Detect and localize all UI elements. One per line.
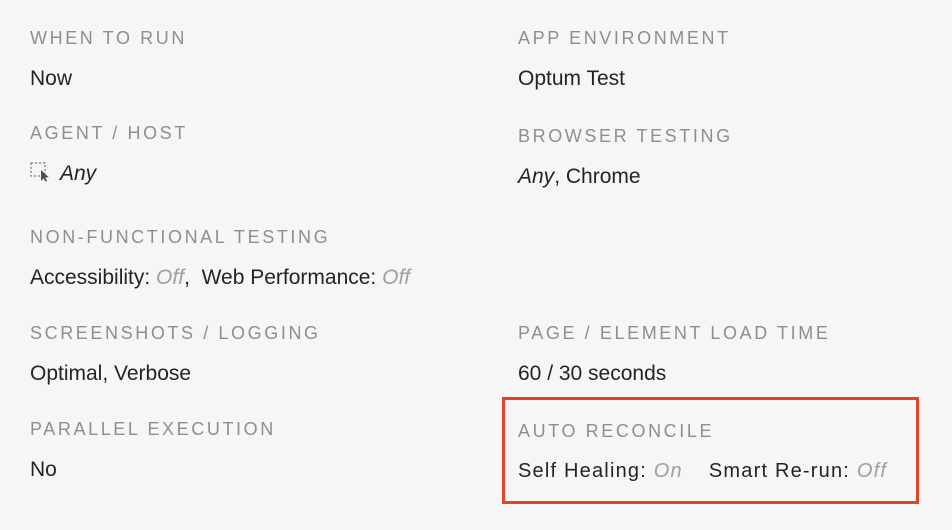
when-to-run-field: WHEN TO RUN Now — [30, 27, 187, 92]
smart-rerun-label: Smart Re-run: — [708, 460, 851, 482]
screenshots-logging-label: SCREENSHOTS / LOGGING — [30, 323, 321, 343]
agent-host-value-row: Any — [30, 161, 188, 187]
browser-any-value: Any — [518, 165, 555, 188]
non-functional-separator: , — [184, 266, 190, 289]
browser-testing-field: BROWSER TESTING Any, Chrome — [518, 125, 733, 190]
page-element-load-time-label: PAGE / ELEMENT LOAD TIME — [518, 323, 831, 343]
parallel-execution-value: No — [30, 458, 57, 481]
when-to-run-label: WHEN TO RUN — [30, 28, 187, 48]
browser-testing-label: BROWSER TESTING — [518, 126, 733, 146]
app-environment-value: Optum Test — [518, 67, 625, 90]
non-functional-testing-field: NON-FUNCTIONAL TESTING Accessibility: Of… — [30, 226, 410, 291]
non-functional-testing-label: NON-FUNCTIONAL TESTING — [30, 227, 331, 247]
page-element-load-time-value: 60 / 30 seconds — [518, 362, 667, 385]
screenshots-logging-value: Optimal, Verbose — [30, 362, 192, 385]
self-healing-label: Self Healing: — [518, 460, 647, 482]
selection-cursor-icon — [30, 162, 49, 182]
accessibility-value: Off — [156, 266, 185, 289]
web-performance-value: Off — [382, 266, 411, 289]
run-settings-summary: WHEN TO RUN Now APP ENVIRONMENT Optum Te… — [0, 0, 952, 530]
auto-reconcile-label: AUTO RECONCILE — [518, 421, 715, 441]
page-element-load-time-field: PAGE / ELEMENT LOAD TIME 60 / 30 seconds — [518, 322, 830, 387]
app-environment-field: APP ENVIRONMENT Optum Test — [518, 27, 731, 92]
parallel-execution-field: PARALLEL EXECUTION No — [30, 418, 276, 483]
non-functional-testing-value-row: Accessibility: Off, Web Performance: Off — [30, 265, 410, 291]
smart-rerun-value: Off — [856, 460, 888, 482]
agent-host-value: Any — [60, 162, 97, 185]
agent-host-label: AGENT / HOST — [30, 123, 188, 143]
browser-separator: , — [554, 165, 561, 188]
accessibility-label: Accessibility: — [30, 266, 151, 289]
when-to-run-value: Now — [30, 67, 73, 90]
browser-chrome-value: Chrome — [565, 165, 641, 188]
web-performance-label: Web Performance: — [201, 266, 377, 289]
parallel-execution-label: PARALLEL EXECUTION — [30, 419, 276, 439]
auto-reconcile-value-row: Self Healing: On Smart Re-run: Off — [518, 458, 887, 484]
browser-testing-value-row: Any, Chrome — [518, 164, 733, 190]
self-healing-value: On — [653, 460, 683, 482]
screenshots-logging-field: SCREENSHOTS / LOGGING Optimal, Verbose — [30, 322, 321, 387]
agent-host-field: AGENT / HOST Any — [30, 122, 188, 187]
app-environment-label: APP ENVIRONMENT — [518, 28, 731, 48]
auto-reconcile-field: AUTO RECONCILE Self Healing: On Smart Re-… — [518, 420, 887, 484]
